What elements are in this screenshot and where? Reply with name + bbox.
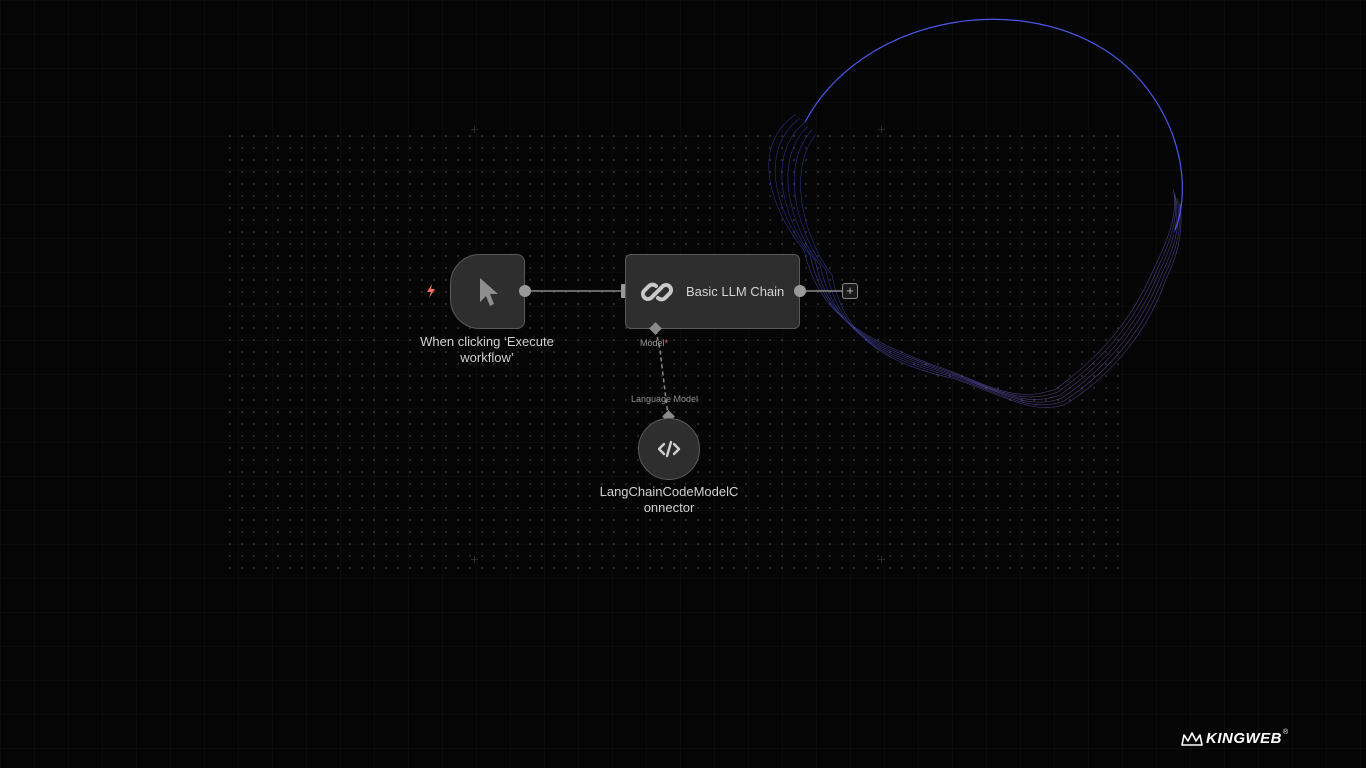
registered-mark: ® [1283, 729, 1289, 736]
model-node-label: LangChainCodeModelConnector [599, 484, 739, 515]
glow-ring-decoration [530, 18, 1183, 417]
bolt-icon [427, 284, 435, 298]
basic-llm-chain-node[interactable]: Basic LLM Chain [625, 254, 800, 329]
workflow-canvas[interactable]: When clicking ‘Execute workflow’ Basic L… [0, 0, 1366, 768]
crown-icon [1181, 731, 1203, 746]
model-input-label: Model* [640, 338, 668, 348]
kingweb-logo: KINGWEB ® [1180, 729, 1289, 747]
chain-node-title: Basic LLM Chain [686, 284, 785, 299]
model-input-label-text: Model [640, 338, 665, 348]
language-model-output-label: Language Model [631, 394, 699, 404]
langchain-code-model-node[interactable] [638, 418, 700, 480]
trigger-node[interactable] [450, 254, 525, 329]
trigger-node-label: When clicking ‘Execute workflow’ [420, 334, 554, 365]
logo-text: KINGWEB [1206, 730, 1282, 747]
chain-output-handle[interactable] [794, 285, 806, 297]
required-mark: * [664, 338, 669, 348]
add-node-button[interactable]: + [842, 283, 858, 299]
cursor-icon [479, 277, 498, 306]
link-icon [641, 282, 673, 301]
code-icon [657, 440, 681, 458]
trigger-output-handle[interactable] [519, 285, 531, 297]
